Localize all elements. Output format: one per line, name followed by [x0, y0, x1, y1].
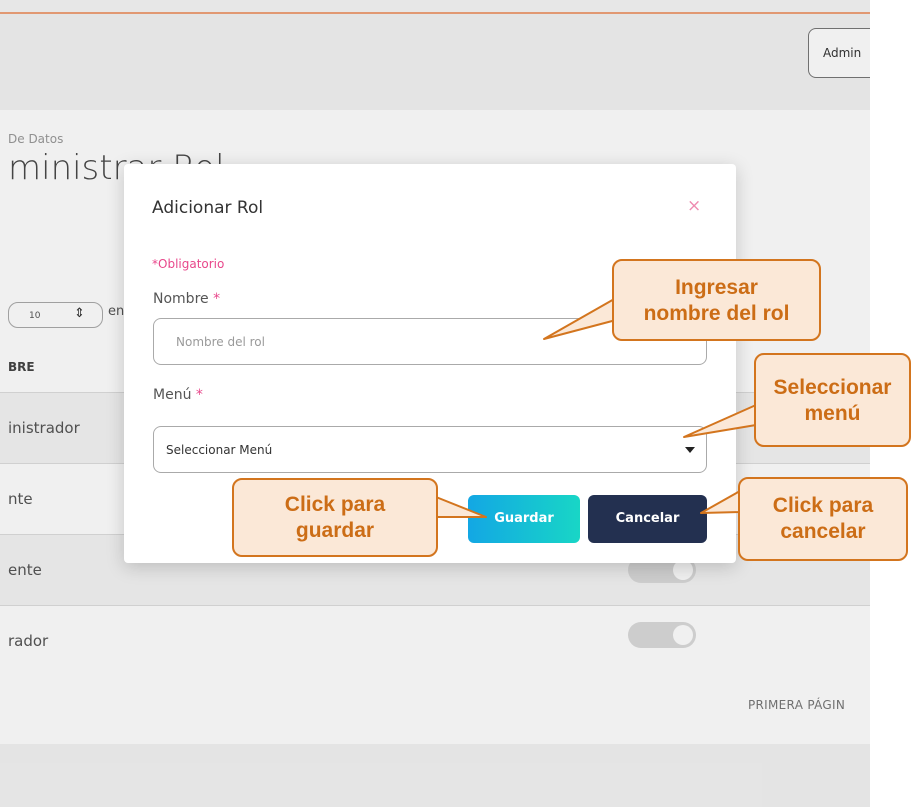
close-icon[interactable]: × — [687, 196, 701, 216]
name-label: Nombre * — [153, 291, 220, 307]
menu-select-value: Seleccionar Menú — [166, 443, 273, 457]
callout-save-line2: guardar — [295, 519, 375, 542]
callout-name-line1: Ingresar — [675, 276, 758, 299]
callout-name-line2: nombre del rol — [643, 302, 790, 325]
callout-cancel: Click para cancelar — [738, 477, 908, 561]
callout-menu: Seleccionar menú — [754, 353, 911, 447]
menu-label: Menú * — [153, 387, 203, 403]
callout-cancel-line2: cancelar — [780, 520, 866, 543]
modal-title: Adicionar Rol — [152, 198, 264, 218]
name-label-text: Nombre — [153, 291, 209, 307]
required-star: * — [195, 387, 203, 403]
callout-name: Ingresar nombre del rol — [612, 259, 821, 341]
callout-menu-line1: Seleccionar — [773, 376, 892, 399]
callout-save: Click para guardar — [232, 478, 438, 557]
chevron-down-icon — [685, 447, 695, 453]
callout-cancel-line1: Click para — [772, 494, 874, 517]
required-note: *Obligatorio — [152, 257, 225, 271]
callout-save-line1: Click para — [284, 493, 386, 516]
required-star: * — [213, 291, 221, 307]
menu-label-text: Menú — [153, 387, 192, 403]
menu-select[interactable]: Seleccionar Menú — [153, 426, 707, 473]
callout-menu-line2: menú — [804, 402, 861, 425]
save-button[interactable]: Guardar — [468, 495, 580, 543]
cancel-button[interactable]: Cancelar — [588, 495, 707, 543]
